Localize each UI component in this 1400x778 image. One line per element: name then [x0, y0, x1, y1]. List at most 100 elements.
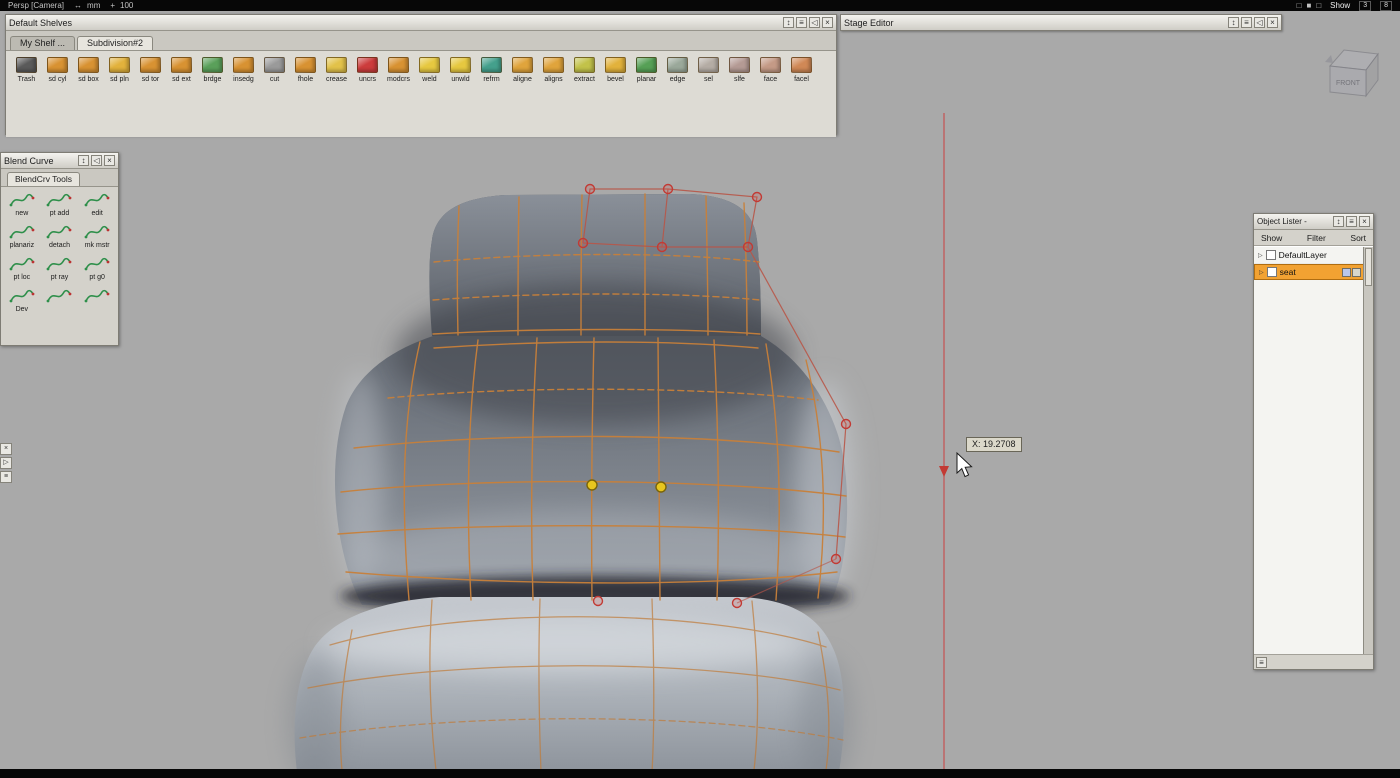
- shelf-tool[interactable]: brdge: [197, 56, 228, 84]
- shelf-tool[interactable]: edge: [662, 56, 693, 84]
- visibility-checkbox[interactable]: [1267, 267, 1277, 277]
- scrollbar-thumb[interactable]: [1365, 248, 1372, 286]
- view-cube-rotate-arrow[interactable]: [1325, 55, 1333, 63]
- menu-button[interactable]: ≡: [796, 17, 807, 28]
- resize-button[interactable]: ↕: [1333, 216, 1344, 227]
- blend-curve-tool[interactable]: mk mstr: [78, 222, 116, 250]
- layer-toggle-8[interactable]: 8: [1380, 1, 1392, 11]
- blend-curve-tool[interactable]: new: [3, 190, 41, 218]
- shelf-tool[interactable]: face: [755, 56, 786, 84]
- shelf-tool[interactable]: bevel: [600, 56, 631, 84]
- blend-curve-tool[interactable]: [78, 286, 116, 314]
- tab-my-shelf[interactable]: My Shelf ...: [10, 36, 75, 50]
- default-shelves-titlebar[interactable]: Default Shelves ↕ ≡ ◁ ×: [6, 15, 836, 31]
- layer-toggle-icon[interactable]: [1352, 268, 1361, 277]
- shelf-tool[interactable]: crease: [321, 56, 352, 84]
- lister-menu[interactable]: Show: [1261, 233, 1282, 243]
- seat-model[interactable]: [287, 185, 855, 778]
- close-button[interactable]: ×: [104, 155, 115, 166]
- lister-menu[interactable]: Sort: [1350, 233, 1366, 243]
- shelf-tool[interactable]: modcrs: [383, 56, 414, 84]
- object-row[interactable]: ▷ DefaultLayer: [1254, 247, 1364, 264]
- measure-axis-line[interactable]: [939, 113, 949, 769]
- shelf-tool[interactable]: sd pln: [104, 56, 135, 84]
- shelf-tool[interactable]: facel: [786, 56, 817, 84]
- menu-button[interactable]: ≡: [1346, 216, 1357, 227]
- shelf-tool[interactable]: sd tor: [135, 56, 166, 84]
- tool-icon: [357, 57, 378, 73]
- tool-icon: [264, 57, 285, 73]
- lister-menu[interactable]: Filter: [1307, 233, 1326, 243]
- menu-icon[interactable]: ≡: [0, 471, 12, 483]
- shelf-tool[interactable]: Trash: [11, 56, 42, 84]
- object-row[interactable]: ▷ seat: [1254, 264, 1364, 280]
- blend-curve-titlebar[interactable]: Blend Curve ↕ ◁ ×: [1, 153, 118, 169]
- tool-icon: [47, 57, 68, 73]
- curve-icon: [9, 223, 35, 241]
- collapse-button[interactable]: ◁: [809, 17, 820, 28]
- blend-curve-tool[interactable]: edit: [78, 190, 116, 218]
- resize-button[interactable]: ↕: [78, 155, 89, 166]
- shelf-tool[interactable]: planar: [631, 56, 662, 84]
- blend-curve-tool[interactable]: detach: [41, 222, 79, 250]
- shelf-tool[interactable]: slfe: [724, 56, 755, 84]
- blend-curve-tool[interactable]: [41, 286, 79, 314]
- shelf-tool[interactable]: sel: [693, 56, 724, 84]
- layer-toggle-3[interactable]: 3: [1359, 1, 1371, 11]
- shelf-tool[interactable]: uncrs: [352, 56, 383, 84]
- shelf-tool[interactable]: weld: [414, 56, 445, 84]
- window-icon[interactable]: □: [1297, 0, 1302, 11]
- window-icon[interactable]: ■: [1306, 0, 1311, 11]
- tool-icon: [698, 57, 719, 73]
- tool-label: fhole: [290, 76, 321, 84]
- collapse-button[interactable]: ◁: [1254, 17, 1265, 28]
- tab-blendcrv-tools[interactable]: BlendCrv Tools: [7, 172, 80, 186]
- shelf-tool[interactable]: unwld: [445, 56, 476, 84]
- window-icon[interactable]: □: [1316, 0, 1321, 11]
- resize-button[interactable]: ↕: [783, 17, 794, 28]
- tool-label: slfe: [724, 76, 755, 84]
- shelf-tool[interactable]: sd ext: [166, 56, 197, 84]
- expand-arrow-icon[interactable]: ▷: [1259, 269, 1264, 276]
- tool-label: planar: [631, 76, 662, 84]
- expand-arrow-icon[interactable]: ▷: [0, 457, 12, 469]
- lister-options-button[interactable]: ≡: [1256, 657, 1267, 668]
- stage-editor-titlebar[interactable]: Stage Editor ↕ ≡ ◁ ×: [840, 14, 1282, 31]
- object-lister-titlebar[interactable]: Object Lister - ↕ ≡ ×: [1254, 214, 1373, 230]
- close-button[interactable]: ×: [1359, 216, 1370, 227]
- tool-label: edge: [662, 76, 693, 84]
- tab-subdivision[interactable]: Subdivision#2: [77, 36, 153, 50]
- shelf-tool[interactable]: aligns: [538, 56, 569, 84]
- close-button[interactable]: ×: [1267, 17, 1278, 28]
- shelf-tool[interactable]: cut: [259, 56, 290, 84]
- shelf-tool[interactable]: aligne: [507, 56, 538, 84]
- menu-button[interactable]: ≡: [1241, 17, 1252, 28]
- close-icon[interactable]: ×: [0, 443, 12, 455]
- show-menu[interactable]: Show: [1330, 0, 1350, 11]
- tool-label: pt ray: [41, 274, 79, 282]
- shelf-tool[interactable]: sd cyl: [42, 56, 73, 84]
- layer-toggle-icon[interactable]: [1342, 268, 1351, 277]
- resize-button[interactable]: ↕: [1228, 17, 1239, 28]
- tool-icon: [450, 57, 471, 73]
- shelf-tool[interactable]: refrm: [476, 56, 507, 84]
- lister-scrollbar[interactable]: [1363, 247, 1373, 654]
- close-button[interactable]: ×: [822, 17, 833, 28]
- visibility-checkbox[interactable]: [1266, 250, 1276, 260]
- blend-curve-tool[interactable]: planariz: [3, 222, 41, 250]
- tool-label: bevel: [600, 76, 631, 84]
- view-cube[interactable]: FRONT: [1320, 40, 1384, 104]
- expand-arrow-icon[interactable]: ▷: [1258, 252, 1263, 259]
- blend-curve-tool[interactable]: pt add: [41, 190, 79, 218]
- collapse-button[interactable]: ◁: [91, 155, 102, 166]
- blend-curve-tool[interactable]: pt ray: [41, 254, 79, 282]
- blend-curve-tool[interactable]: Dev: [3, 286, 41, 314]
- blend-curve-tool[interactable]: pt g0: [78, 254, 116, 282]
- tool-label: pt g0: [78, 274, 116, 282]
- curve-icon: [9, 287, 35, 305]
- shelf-tool[interactable]: sd box: [73, 56, 104, 84]
- shelf-tool[interactable]: extract: [569, 56, 600, 84]
- blend-curve-tool[interactable]: pt loc: [3, 254, 41, 282]
- shelf-tool[interactable]: fhole: [290, 56, 321, 84]
- shelf-tool[interactable]: insedg: [228, 56, 259, 84]
